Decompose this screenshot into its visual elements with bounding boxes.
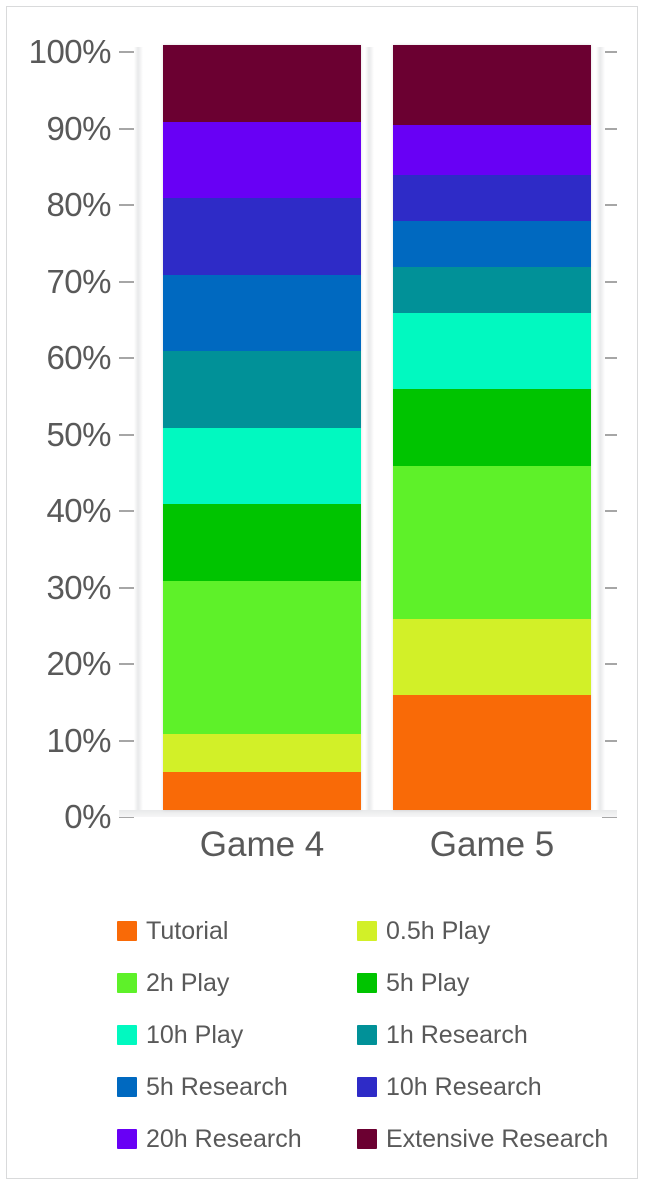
legend-swatch-icon bbox=[357, 1129, 377, 1149]
y-axis-tick-mark bbox=[119, 51, 134, 53]
bar-segment[interactable] bbox=[393, 125, 591, 176]
legend-item[interactable]: 0.5h Play bbox=[357, 905, 646, 957]
bar-segment[interactable] bbox=[393, 695, 591, 810]
bar-segment[interactable] bbox=[393, 45, 591, 126]
y-axis-tick-label: 90% bbox=[46, 109, 111, 147]
y-axis-tick-label: 20% bbox=[46, 645, 111, 682]
y-axis-tick-mark bbox=[119, 586, 134, 589]
legend-item[interactable]: 10h Research bbox=[357, 1061, 646, 1113]
axis-rail-left bbox=[134, 47, 143, 817]
axis-rail-right bbox=[596, 47, 605, 817]
legend-swatch-icon bbox=[357, 973, 377, 993]
x-axis-label-game-4: Game 4 bbox=[199, 825, 325, 864]
y-axis-tick-mark bbox=[119, 739, 134, 742]
legend-swatch-icon bbox=[117, 1077, 137, 1097]
y-axis-tick-label: 60% bbox=[46, 339, 111, 376]
bar-segment[interactable] bbox=[163, 274, 361, 351]
bar-segment[interactable] bbox=[393, 175, 591, 221]
legend-item[interactable]: 20h Research bbox=[117, 1113, 347, 1165]
legend-label: 1h Research bbox=[386, 1020, 528, 1049]
y-axis: 0% 10% 20% 30% 40% 50% 60% 70% 80% 90% 100% bbox=[7, 7, 119, 835]
legend-item[interactable]: 10h Play bbox=[117, 1009, 347, 1061]
y-axis-tick-mark bbox=[119, 204, 134, 206]
legend-swatch-icon bbox=[117, 1129, 137, 1149]
y-axis-tick-label: 40% bbox=[46, 492, 111, 529]
legend-item[interactable]: Extensive Research bbox=[357, 1113, 646, 1165]
bar-segment[interactable] bbox=[393, 312, 591, 390]
y-axis-tick-label: 80% bbox=[46, 186, 111, 223]
bar-segment[interactable] bbox=[163, 427, 361, 504]
y-axis-tick-label: 50% bbox=[46, 415, 111, 453]
bar-segment[interactable] bbox=[393, 389, 591, 466]
bar-segment[interactable] bbox=[393, 465, 591, 619]
legend-swatch-icon bbox=[117, 973, 137, 993]
legend-item[interactable]: 2h Play bbox=[117, 957, 347, 1009]
x-axis-label-game-5: Game 5 bbox=[429, 825, 555, 864]
legend-item[interactable]: 1h Research bbox=[357, 1009, 646, 1061]
bar-segment[interactable] bbox=[163, 45, 361, 122]
legend-swatch-icon bbox=[117, 1025, 137, 1045]
bar-segment[interactable] bbox=[163, 580, 361, 734]
bar-segment[interactable] bbox=[163, 504, 361, 581]
bar-segment[interactable] bbox=[163, 198, 361, 275]
chart-frame: 0% 10% 20% 30% 40% 50% 60% 70% 80% 90% 100% Game 4… bbox=[6, 6, 638, 1179]
bar-segment[interactable] bbox=[163, 351, 361, 428]
y-axis-tick-label: 100% bbox=[28, 33, 112, 70]
bar-segment[interactable] bbox=[163, 771, 361, 810]
legend-label: 0.5h Play bbox=[386, 916, 491, 945]
legend-swatch-icon bbox=[357, 1025, 377, 1045]
y-axis-tick-label: 10% bbox=[46, 721, 111, 759]
y-axis-tick-label: 70% bbox=[46, 262, 111, 300]
y-axis-tick-mark bbox=[119, 663, 134, 665]
bar-segment[interactable] bbox=[393, 220, 591, 267]
legend-label: 2h Play bbox=[146, 968, 230, 997]
legend-label: 5h Play bbox=[386, 968, 470, 997]
legend-swatch-icon bbox=[117, 921, 137, 941]
legend-label: Extensive Research bbox=[386, 1124, 609, 1153]
y-axis-tick-mark bbox=[119, 433, 134, 436]
y-axis-tick-mark bbox=[119, 127, 134, 130]
bar-segment[interactable] bbox=[393, 618, 591, 696]
plot-area: 0% 10% 20% 30% 40% 50% 60% 70% 80% 90% 100% Game 4… bbox=[7, 7, 639, 864]
x-axis-baseline bbox=[119, 810, 617, 817]
x-axis: Game 4 Game 5 bbox=[7, 825, 639, 895]
legend-item[interactable]: Tutorial bbox=[117, 905, 347, 957]
legend-label: 5h Research bbox=[146, 1072, 288, 1101]
y-axis-tick-mark bbox=[119, 357, 134, 359]
bar-segment[interactable] bbox=[163, 121, 361, 198]
legend-label: 10h Play bbox=[146, 1020, 244, 1049]
legend-label: Tutorial bbox=[146, 916, 229, 945]
stacked-bar-game-4[interactable] bbox=[163, 45, 361, 810]
legend-label: 10h Research bbox=[386, 1072, 542, 1101]
legend-item[interactable]: 5h Research bbox=[117, 1061, 347, 1113]
bar-segment[interactable] bbox=[393, 266, 591, 313]
y-axis-tick-mark bbox=[119, 280, 134, 283]
legend-swatch-icon bbox=[357, 921, 377, 941]
legend-item[interactable]: 5h Play bbox=[357, 957, 646, 1009]
legend-swatch-icon bbox=[357, 1077, 377, 1097]
y-axis-tick-label: 30% bbox=[46, 568, 111, 606]
axis-rail-middle bbox=[365, 47, 374, 817]
bar-segment[interactable] bbox=[163, 733, 361, 772]
y-axis-tick-mark bbox=[119, 510, 134, 512]
stacked-bar-game-5[interactable] bbox=[393, 45, 591, 810]
legend-label: 20h Research bbox=[146, 1124, 302, 1153]
chart-legend: Tutorial 0.5h Play 2h Play 5h Play 10h Play 1… bbox=[7, 905, 639, 1165]
